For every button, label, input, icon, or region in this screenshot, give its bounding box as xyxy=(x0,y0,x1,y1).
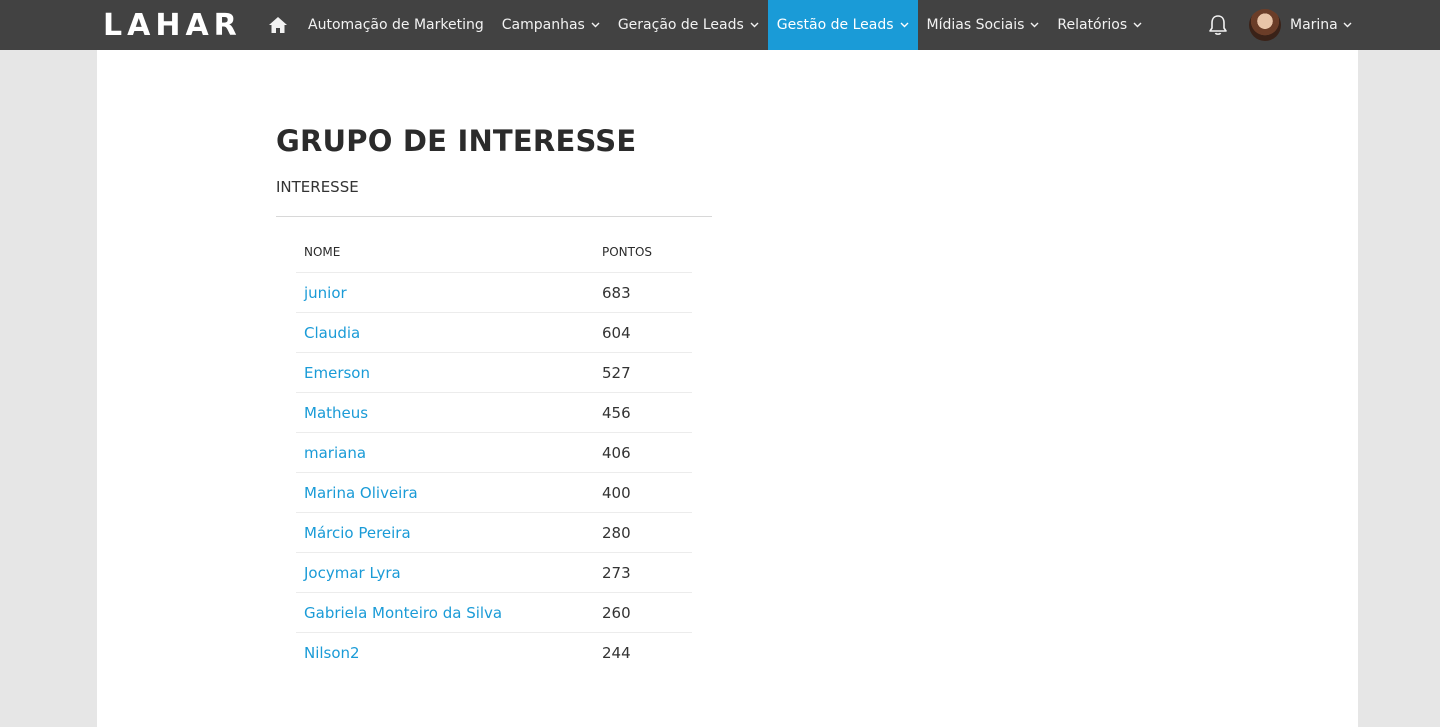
main-nav: Automação de Marketing Campanhas Geração… xyxy=(299,0,1151,50)
nav-geracao-de-leads[interactable]: Geração de Leads xyxy=(609,0,768,50)
avatar xyxy=(1249,9,1281,41)
lead-name-cell: Jocymar Lyra xyxy=(296,552,594,593)
lead-name-cell: Claudia xyxy=(296,312,594,353)
lead-link[interactable]: Emerson xyxy=(304,364,370,382)
page-title: GRUPO DE INTERESSE xyxy=(276,124,637,158)
lead-link[interactable]: mariana xyxy=(304,444,366,462)
nav-gestao-de-leads[interactable]: Gestão de Leads xyxy=(767,0,918,50)
table-row: mariana 406 xyxy=(296,432,692,473)
table-row: Márcio Pereira 280 xyxy=(296,512,692,553)
chevron-down-icon xyxy=(1343,22,1352,28)
lead-points: 604 xyxy=(594,312,692,353)
nav-midias-sociais[interactable]: Mídias Sociais xyxy=(918,0,1049,50)
nav-label: Campanhas xyxy=(501,17,585,33)
lead-points: 456 xyxy=(594,392,692,433)
lead-points: 244 xyxy=(602,643,631,662)
chevron-down-icon xyxy=(900,22,909,28)
group-subtitle: INTERESSE xyxy=(276,178,359,196)
table-row: Jocymar Lyra 273 xyxy=(296,552,692,593)
chevron-down-icon xyxy=(1030,22,1039,28)
lead-link[interactable]: Matheus xyxy=(304,404,368,422)
bell-icon[interactable] xyxy=(1207,13,1229,37)
column-header-pontos: PONTOS xyxy=(594,232,692,273)
table-row: Gabriela Monteiro da Silva 260 xyxy=(296,592,692,633)
home-icon[interactable] xyxy=(263,0,293,50)
lead-points: 260 xyxy=(594,592,692,633)
lahar-logo[interactable]: LAHAR xyxy=(103,8,242,43)
table-row: Emerson 527 xyxy=(296,352,692,393)
chevron-down-icon xyxy=(1133,22,1142,28)
lead-points: 273 xyxy=(594,552,692,593)
lead-name-cell: junior xyxy=(296,272,594,313)
main-content: GRUPO DE INTERESSE INTERESSE NOME PONTOS… xyxy=(97,50,1358,727)
nav-label: Gestão de Leads xyxy=(776,17,894,33)
chevron-down-icon xyxy=(750,22,759,28)
table-row: Matheus 456 xyxy=(296,392,692,433)
lead-points: 527 xyxy=(594,352,692,393)
lead-link[interactable]: Marina Oliveira xyxy=(304,484,418,502)
leads-table: NOME PONTOS junior 683 Claudia 604 Emers… xyxy=(296,232,692,672)
lead-link[interactable]: Márcio Pereira xyxy=(304,524,411,542)
nav-relatorios[interactable]: Relatórios xyxy=(1048,0,1151,50)
lead-name-cell: Matheus xyxy=(296,392,594,433)
nav-campanhas[interactable]: Campanhas xyxy=(493,0,609,50)
nav-automacao-de-marketing[interactable]: Automação de Marketing xyxy=(299,0,493,50)
lead-link[interactable]: Gabriela Monteiro da Silva xyxy=(304,604,502,622)
lead-points: 280 xyxy=(594,512,692,553)
lead-link[interactable]: Nilson2 xyxy=(304,644,360,662)
user-menu[interactable]: Marina xyxy=(1249,8,1352,42)
divider xyxy=(276,216,712,217)
lead-points: 683 xyxy=(594,272,692,313)
lead-link[interactable]: Jocymar Lyra xyxy=(304,564,401,582)
navbar-inner: LAHAR Automação de Marketing Campanhas G… xyxy=(97,0,1361,50)
lead-name-cell: mariana xyxy=(296,432,594,473)
table-row: Claudia 604 xyxy=(296,312,692,353)
lead-link[interactable]: junior xyxy=(304,284,347,302)
nav-label: Geração de Leads xyxy=(617,17,744,33)
table-row: Marina Oliveira 400 xyxy=(296,472,692,513)
lead-points: 406 xyxy=(594,432,692,473)
table-header-row: NOME PONTOS xyxy=(296,232,692,273)
lead-name-cell: Emerson xyxy=(296,352,594,393)
lead-name-cell: Nilson2 xyxy=(296,633,594,673)
nav-label: Mídias Sociais xyxy=(926,17,1025,33)
table-row: junior 683 xyxy=(296,272,692,313)
user-name: Marina xyxy=(1290,17,1338,33)
table-row: Nilson2 244 xyxy=(296,633,692,673)
column-header-nome: NOME xyxy=(296,232,594,273)
chevron-down-icon xyxy=(591,22,600,28)
nav-label: Relatórios xyxy=(1057,17,1128,33)
top-navbar: LAHAR Automação de Marketing Campanhas G… xyxy=(0,0,1440,50)
lead-name-cell: Marina Oliveira xyxy=(296,472,594,513)
lead-link[interactable]: Claudia xyxy=(304,324,360,342)
lead-name-cell: Márcio Pereira xyxy=(296,512,594,553)
nav-label: Automação de Marketing xyxy=(308,17,484,33)
lead-points: 400 xyxy=(594,472,692,513)
lead-name-cell: Gabriela Monteiro da Silva xyxy=(296,592,594,633)
